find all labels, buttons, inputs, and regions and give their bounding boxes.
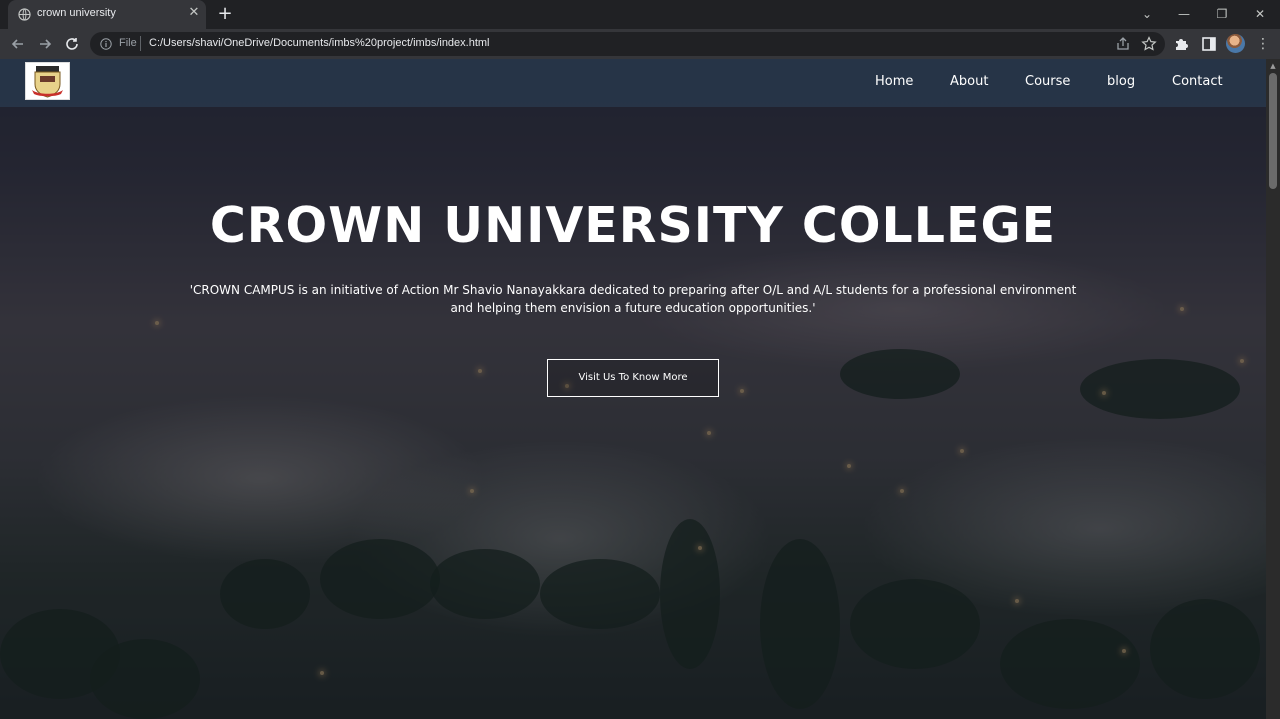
omnibox-divider: [140, 36, 141, 51]
tab-close-icon[interactable]: ✕: [187, 6, 201, 20]
share-icon[interactable]: [1114, 35, 1132, 53]
reload-icon[interactable]: [63, 35, 81, 53]
browser-toolbar: File C:/Users/shavi/OneDrive/Documents/i…: [0, 29, 1280, 59]
new-tab-button[interactable]: +: [216, 5, 234, 23]
nav-link-course[interactable]: Course: [1025, 74, 1070, 89]
tab-title: crown university: [37, 7, 116, 19]
visit-us-button[interactable]: Visit Us To Know More: [547, 359, 719, 397]
maximize-button[interactable]: ❐: [1213, 5, 1231, 23]
globe-icon: [18, 8, 31, 21]
college-logo[interactable]: [25, 62, 70, 100]
address-bar[interactable]: File C:/Users/shavi/OneDrive/Documents/i…: [90, 32, 1165, 56]
minimize-button[interactable]: —: [1175, 5, 1193, 23]
file-scheme-label: File: [119, 37, 137, 49]
side-panel-icon[interactable]: [1200, 35, 1218, 53]
puzzle-icon[interactable]: [1173, 35, 1191, 53]
crest-icon: [32, 66, 63, 98]
page-viewport: Home About Course blog Contact CROWN UNI…: [0, 59, 1280, 719]
tab-search-icon[interactable]: ⌄: [1138, 5, 1156, 23]
kebab-menu-icon[interactable]: ⋮: [1256, 35, 1270, 53]
nav-link-home[interactable]: Home: [875, 74, 913, 89]
scrollbar-thumb[interactable]: [1269, 73, 1277, 189]
avatar[interactable]: [1226, 34, 1245, 53]
star-icon[interactable]: [1140, 35, 1158, 53]
info-icon[interactable]: [100, 38, 112, 50]
page-scrollbar[interactable]: ▲: [1266, 59, 1280, 719]
forward-arrow-icon[interactable]: [36, 35, 54, 53]
nav-link-contact[interactable]: Contact: [1172, 74, 1223, 89]
back-arrow-icon[interactable]: [9, 35, 27, 53]
hero-title: CROWN UNIVERSITY COLLEGE: [209, 197, 1057, 254]
url-text[interactable]: C:/Users/shavi/OneDrive/Documents/imbs%2…: [149, 37, 490, 49]
close-window-button[interactable]: ✕: [1251, 5, 1269, 23]
scroll-up-icon[interactable]: ▲: [1269, 62, 1277, 70]
nav-link-about[interactable]: About: [950, 74, 988, 89]
hero-quote: 'CROWN CAMPUS is an initiative of Action…: [189, 283, 1077, 315]
browser-tab[interactable]: crown university ✕: [8, 0, 206, 29]
nav-link-blog[interactable]: blog: [1107, 74, 1135, 89]
site-navbar: Home About Course blog Contact: [0, 59, 1266, 107]
browser-tabbar: crown university ✕ + ⌄ — ❐ ✕: [0, 0, 1280, 29]
